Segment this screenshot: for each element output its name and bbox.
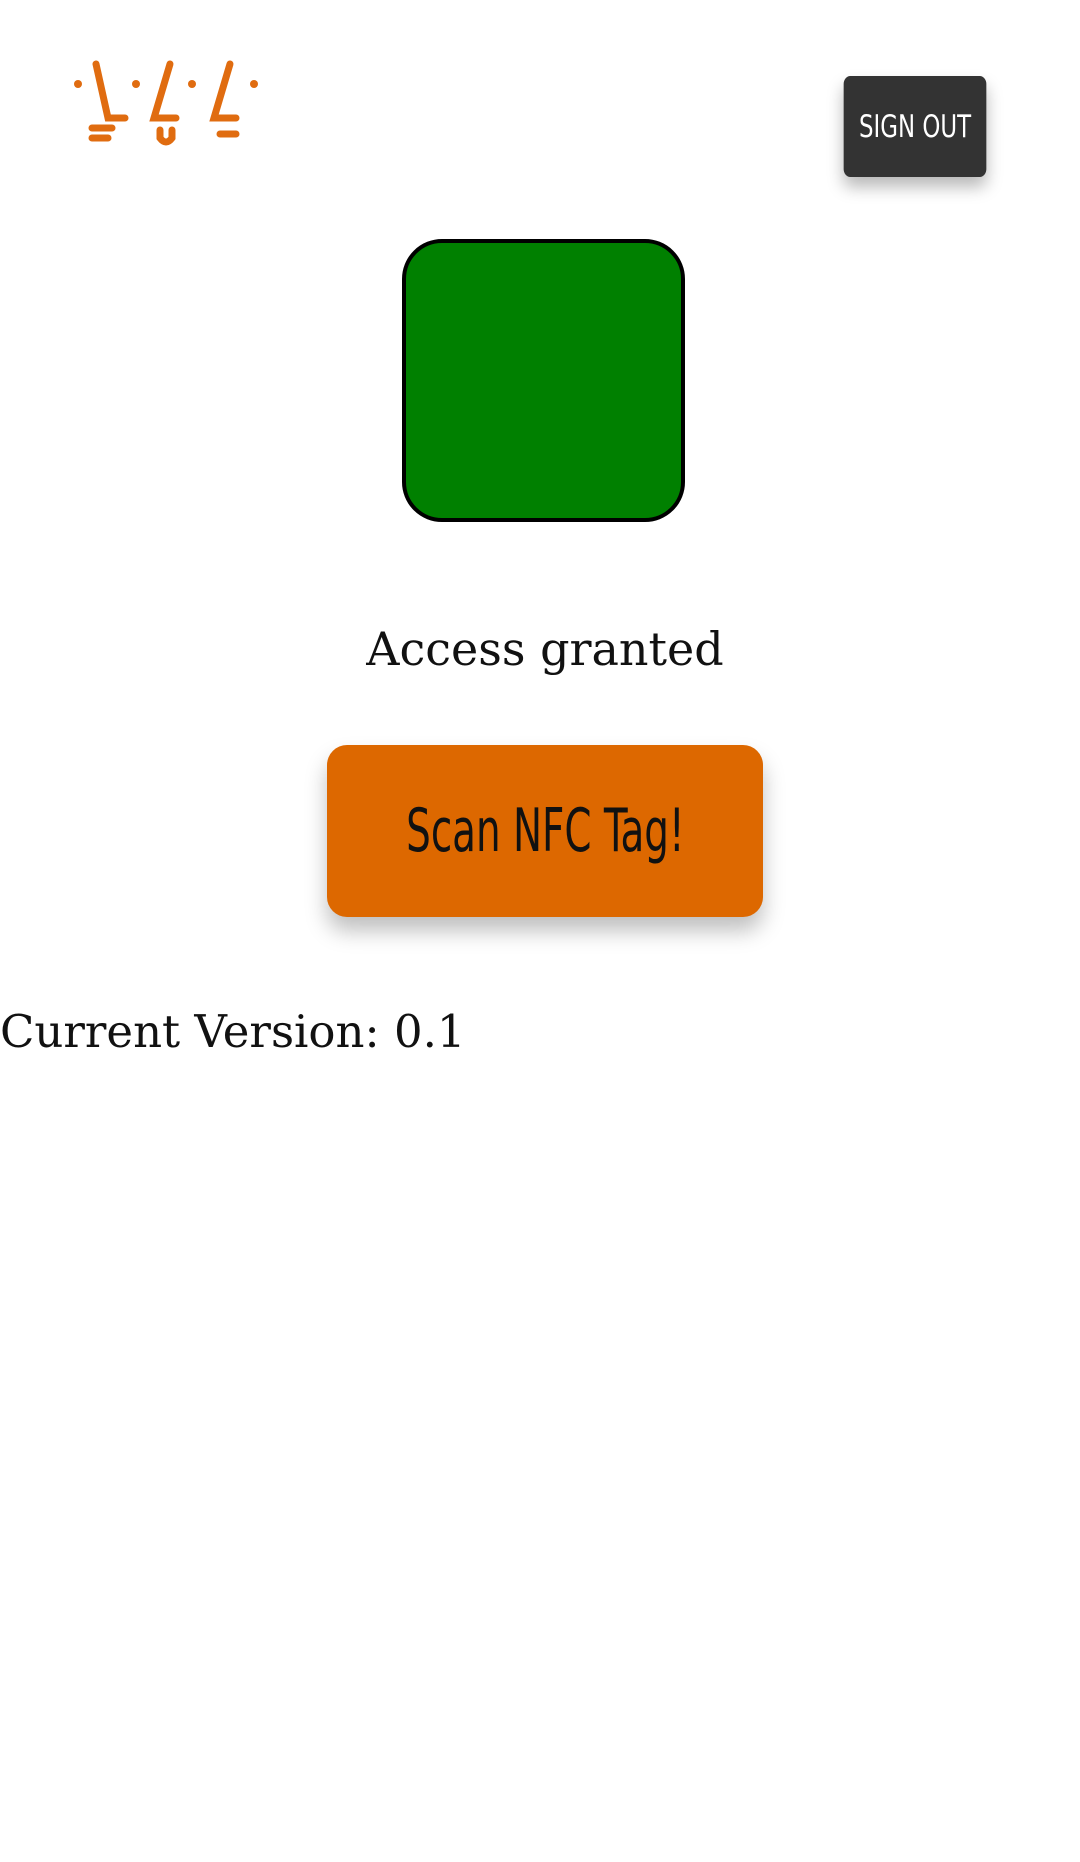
lightbulbs-logo-icon <box>74 60 258 146</box>
access-status-indicator <box>402 239 685 522</box>
version-text: Current Version: 0.1 <box>0 1005 466 1058</box>
scan-nfc-button-label: Scan NFC Tag! <box>405 796 685 866</box>
scan-nfc-button[interactable]: Scan NFC Tag! <box>327 745 763 917</box>
sign-out-button[interactable]: SIGN OUT <box>843 76 987 177</box>
access-status-message: Access granted <box>366 622 724 676</box>
